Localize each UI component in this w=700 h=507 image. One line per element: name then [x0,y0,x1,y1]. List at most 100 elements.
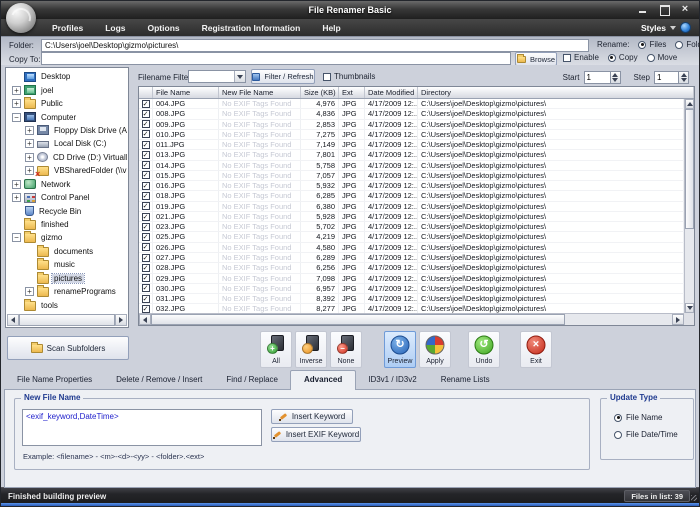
row-checkbox[interactable]: ✓ [142,141,150,149]
table-horizontal-scrollbar[interactable] [139,313,684,325]
table-row[interactable]: ✓027.JPGNo EXIF Tags Found6,289JPG4/17/2… [139,253,684,263]
filename-filter-input[interactable] [189,71,234,82]
scroll-right-icon[interactable] [115,314,127,326]
new-file-name-input[interactable]: <exif_keyword,DateTime> [22,409,262,446]
scroll-up-icon[interactable] [685,99,694,109]
folder-input[interactable] [41,39,589,52]
menu-item-profiles[interactable]: Profiles [41,23,94,33]
scrollbar-track[interactable] [565,314,672,325]
apply-button[interactable]: Apply [419,331,451,368]
row-checkbox[interactable]: ✓ [142,171,150,179]
minus-expander-icon[interactable]: − [12,233,21,242]
file-datetime-radio[interactable] [614,431,622,439]
scroll-left-icon[interactable] [139,314,151,325]
minimize-icon[interactable] [638,5,648,14]
preview-button[interactable]: Preview [384,331,416,368]
start-spinner[interactable] [611,71,621,84]
none-button[interactable]: None [330,331,362,368]
row-checkbox[interactable]: ✓ [142,192,150,200]
table-row[interactable]: ✓009.JPGNo EXIF Tags Found2,853JPG4/17/2… [139,120,684,130]
tree-item-documents[interactable]: documents [8,245,127,258]
copy-option[interactable]: Copy [608,53,638,62]
row-checkbox[interactable]: ✓ [142,254,150,262]
table-row[interactable]: ✓028.JPGNo EXIF Tags Found6,256JPG4/17/2… [139,263,684,273]
column-header-new-file-name[interactable]: New File Name [219,87,301,98]
table-row[interactable]: ✓016.JPGNo EXIF Tags Found5,932JPG4/17/2… [139,181,684,191]
row-checkbox[interactable]: ✓ [142,213,150,221]
column-header-directory[interactable]: Directory [418,87,694,98]
step-spinner[interactable] [679,71,689,84]
folders-radio[interactable] [675,41,683,49]
tree-horizontal-scrollbar[interactable] [7,314,127,326]
menu-item-options[interactable]: Options [137,23,191,33]
plus-expander-icon[interactable]: + [12,99,21,108]
start-input[interactable] [584,71,611,84]
tree-item-finished[interactable]: finished [8,218,127,231]
file-name-radio[interactable] [614,414,622,422]
insert-exif-keyword-button[interactable]: Insert EXIF Keyword [271,427,361,442]
exit-button[interactable]: Exit [520,331,552,368]
tree-item-recycle-bin[interactable]: Recycle Bin [8,204,127,217]
table-row[interactable]: ✓023.JPGNo EXIF Tags Found5,702JPG4/17/2… [139,222,684,232]
plus-expander-icon[interactable]: + [25,126,34,135]
table-row[interactable]: ✓031.JPGNo EXIF Tags Found8,392JPG4/17/2… [139,294,684,304]
plus-expander-icon[interactable]: + [12,180,21,189]
copy-to-input[interactable] [41,52,511,65]
row-checkbox[interactable]: ✓ [142,202,150,210]
move-radio[interactable] [647,54,655,62]
tree-item-renameprograms[interactable]: +renamePrograms [8,285,127,298]
table-row[interactable]: ✓026.JPGNo EXIF Tags Found4,580JPG4/17/2… [139,243,684,253]
table-row[interactable]: ✓010.JPGNo EXIF Tags Found7,275JPG4/17/2… [139,130,684,140]
step-input[interactable] [654,71,679,84]
row-checkbox[interactable]: ✓ [142,100,150,108]
column-header-size-kb[interactable]: Size (KB) [301,87,339,98]
scroll-left-icon[interactable] [7,314,19,326]
browse-button[interactable]: Browse [515,52,557,66]
row-checkbox[interactable]: ✓ [142,182,150,190]
tree-item-tools[interactable]: tools [8,298,127,311]
insert-keyword-button[interactable]: Insert Keyword [271,409,353,424]
table-row[interactable]: ✓015.JPGNo EXIF Tags Found7,057JPG4/17/2… [139,171,684,181]
menu-item-logs[interactable]: Logs [94,23,136,33]
row-checkbox[interactable]: ✓ [142,151,150,159]
tree-item-local-disk-c[interactable]: +Local Disk (C:) [8,137,127,150]
tab-find-replace[interactable]: Find / Replace [214,372,290,389]
tree-item-music[interactable]: music [8,258,127,271]
scroll-right-icon[interactable] [672,314,684,325]
row-checkbox[interactable]: ✓ [142,110,150,118]
row-checkbox[interactable]: ✓ [142,161,150,169]
table-row[interactable]: ✓004.JPGNo EXIF Tags Found4,976JPG4/17/2… [139,99,684,109]
tree-item-joel[interactable]: +joel [8,83,127,96]
update-file-datetime-option[interactable]: File Date/Time [614,430,678,439]
all-button[interactable]: All [260,331,292,368]
row-checkbox[interactable]: ✓ [142,233,150,241]
row-checkbox[interactable]: ✓ [142,223,150,231]
tab-advanced[interactable]: Advanced [290,370,356,390]
row-checkbox[interactable]: ✓ [142,284,150,292]
filter-refresh-button[interactable]: Filter / Refresh [251,69,315,84]
row-checkbox[interactable]: ✓ [142,243,150,251]
table-row[interactable]: ✓013.JPGNo EXIF Tags Found7,801JPG4/17/2… [139,150,684,160]
menu-item-registration-information[interactable]: Registration Information [191,23,312,33]
column-header-file-name[interactable]: File Name [153,87,219,98]
table-row[interactable]: ✓021.JPGNo EXIF Tags Found5,928JPG4/17/2… [139,212,684,222]
scrollbar-thumb[interactable] [19,314,115,326]
row-checkbox[interactable]: ✓ [142,130,150,138]
tree-item-gizmo[interactable]: −gizmo [8,231,127,244]
tab-rename-lists[interactable]: Rename Lists [429,372,502,389]
plus-expander-icon[interactable]: + [12,193,21,202]
styles-menu[interactable]: Styles [641,19,691,36]
scrollbar-thumb[interactable] [151,314,565,325]
table-vertical-scrollbar[interactable] [684,99,694,313]
table-row[interactable]: ✓030.JPGNo EXIF Tags Found6,957JPG4/17/2… [139,284,684,294]
rename-folders-option[interactable]: Folders [675,40,700,49]
close-icon[interactable] [680,5,690,14]
menu-item-help[interactable]: Help [311,23,351,33]
tree-item-vbsharedfolder-vboxsvr-2[interactable]: +VBSharedFolder (\\vboxsvr) (2 [8,164,127,177]
table-row[interactable]: ✓008.JPGNo EXIF Tags Found4,836JPG4/17/2… [139,109,684,119]
rename-files-option[interactable]: Files [638,40,666,49]
column-header-date-modified[interactable]: Date Modified [365,87,418,98]
table-row[interactable]: ✓029.JPGNo EXIF Tags Found7,098JPG4/17/2… [139,274,684,284]
tree-item-floppy-disk-drive-a[interactable]: +Floppy Disk Drive (A:) [8,124,127,137]
table-row[interactable]: ✓011.JPGNo EXIF Tags Found7,149JPG4/17/2… [139,140,684,150]
